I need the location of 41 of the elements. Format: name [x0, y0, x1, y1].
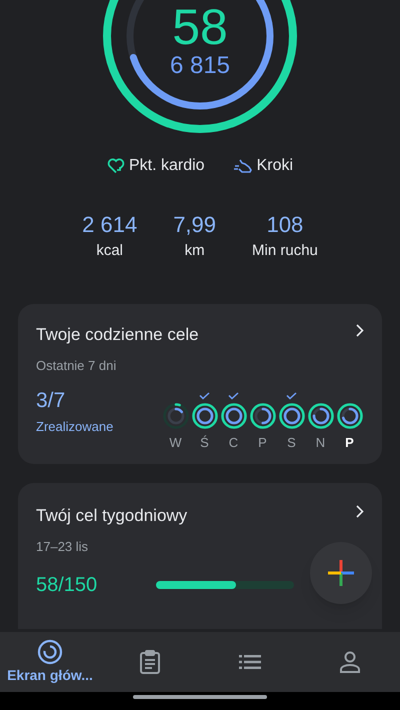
day-label: W: [169, 434, 182, 452]
card-subtitle: 17–23 lis: [36, 538, 90, 556]
goal-ring: [220, 402, 248, 430]
goal-ring: [336, 402, 364, 430]
steps-count: 6 815: [170, 52, 230, 80]
chevron-right-icon: [356, 324, 364, 337]
goal-ring: [162, 402, 190, 430]
legend-label: Kroki: [256, 156, 294, 176]
chevron-right-icon: [356, 505, 364, 518]
day-label: S: [287, 434, 296, 452]
stat-value: 108: [266, 212, 304, 238]
stat-label: kcal: [96, 241, 123, 261]
card-subtitle: Ostatnie 7 dni: [36, 356, 118, 374]
card-title: Twój cel tygodniowy: [36, 505, 188, 527]
goal-ring: [190, 402, 218, 430]
legend-label: Pkt. kardio: [128, 156, 205, 176]
list-icon: [239, 654, 261, 670]
daily-goals-card[interactable]: Twoje codzienne cele Ostatnie 7 dni 3/7 Zrealizowane W Ś C P S N P: [18, 304, 382, 464]
goals-count-label: Zrealizowane: [36, 418, 114, 436]
person-icon: [339, 651, 361, 673]
goal-ring: [278, 402, 306, 430]
ring-icon: [37, 638, 63, 664]
cardio-points: 58: [172, 2, 228, 52]
plus-icon: [327, 559, 355, 587]
clipboard-icon: [139, 650, 161, 674]
day-label: Ś: [200, 434, 209, 452]
goal-ring: [248, 402, 276, 430]
card-title: Twoje codzienne cele: [36, 324, 199, 346]
stat-value: 2 614: [82, 212, 138, 238]
heart-icon: [106, 158, 125, 174]
goal-ring: [306, 402, 334, 430]
stat-label: Min ruchu: [252, 241, 318, 261]
shoe-icon: [232, 158, 253, 174]
stat-label: km: [184, 241, 205, 261]
stat-value: 7,99: [173, 212, 216, 238]
day-label: P: [258, 434, 267, 452]
day-label: C: [228, 434, 238, 452]
goals-count: 3/7: [36, 388, 66, 414]
nav-label: Ekran głów...: [7, 666, 93, 685]
day-label: P: [345, 434, 354, 452]
day-label: N: [316, 434, 326, 452]
